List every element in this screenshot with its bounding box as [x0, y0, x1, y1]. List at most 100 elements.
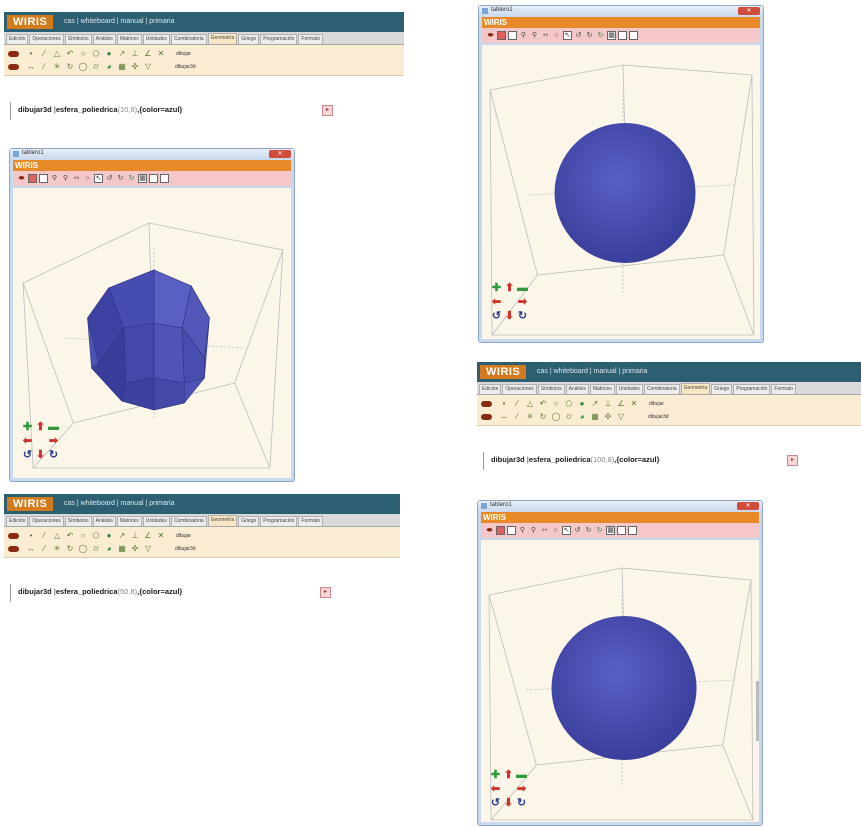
cylinder-icon[interactable]: ⌭: [563, 412, 575, 422]
move-down-arrow-icon[interactable]: ⬇: [502, 796, 515, 810]
select-icon[interactable]: [497, 31, 506, 40]
hand-icon[interactable]: ○: [551, 526, 560, 535]
ellipse-icon[interactable]: ◯: [77, 544, 89, 554]
hand-icon[interactable]: ○: [552, 31, 561, 40]
cylinder-icon[interactable]: ⌭: [90, 62, 102, 72]
3d-canvas[interactable]: ✚ ⬆ ▬ ⬅ ➡ ↺ ⬇ ↻: [482, 45, 760, 339]
tab-programacion[interactable]: Programación: [260, 34, 298, 44]
axes-toggle-icon[interactable]: [618, 31, 627, 40]
zoom-out-minus-icon[interactable]: ▬: [516, 281, 529, 295]
zoom-out-minus-icon[interactable]: ▬: [47, 420, 60, 434]
star-icon[interactable]: ✳: [51, 544, 63, 554]
polygon-icon[interactable]: ⬠: [90, 531, 102, 541]
zoom-in-icon[interactable]: ⚲: [50, 174, 59, 183]
tab-matrices[interactable]: Matrices: [589, 384, 615, 394]
move-right-arrow-icon[interactable]: ➡: [515, 782, 528, 796]
axes-toggle-icon[interactable]: [149, 174, 158, 183]
tab-geometria[interactable]: Geometría: [207, 33, 238, 44]
perpendicular-icon[interactable]: ⊥: [129, 49, 141, 59]
draw-pill-icon[interactable]: [8, 533, 19, 539]
box-toggle-icon[interactable]: [628, 526, 637, 535]
window-icon[interactable]: [508, 31, 517, 40]
ellipse-icon[interactable]: ◯: [77, 62, 89, 72]
window-titlebar[interactable]: tablero1 ✕: [478, 501, 762, 512]
cross-icon[interactable]: ✕: [155, 531, 167, 541]
rotate-right-icon[interactable]: ↻: [515, 796, 528, 810]
tab-unidades[interactable]: Unidades: [142, 34, 170, 44]
star-icon[interactable]: ✳: [51, 62, 63, 72]
move-up-arrow-icon[interactable]: ⬆: [503, 281, 516, 295]
rotate-right-icon[interactable]: ↻: [47, 448, 60, 462]
editor-menu-links[interactable]: cas | whiteboard | manual | primaria: [64, 15, 175, 29]
grid-icon[interactable]: ▦: [607, 31, 616, 40]
line-icon[interactable]: ⁄: [38, 531, 50, 541]
segment-icon[interactable]: ↔: [498, 412, 510, 422]
refresh-icon[interactable]: ↻: [595, 526, 604, 535]
sphere3d-icon[interactable]: ◕: [576, 412, 588, 422]
move-left-arrow-icon[interactable]: ⬅: [489, 782, 502, 796]
rotate-icon[interactable]: ↻: [537, 412, 549, 422]
run-button[interactable]: ▸: [322, 105, 333, 116]
point-icon[interactable]: •: [498, 399, 510, 409]
tab-analisis[interactable]: Análisis: [92, 516, 116, 526]
draw-pill-icon[interactable]: [481, 401, 492, 407]
tab-simbolos[interactable]: Símbolos: [64, 516, 92, 526]
tab-analisis[interactable]: Análisis: [565, 384, 589, 394]
tab-edicion[interactable]: Edición: [479, 384, 502, 394]
editor-menu-links[interactable]: cas | whiteboard | manual | primaria: [64, 497, 175, 511]
pill-icon[interactable]: ⬬: [485, 526, 494, 535]
draw3d-pill-icon[interactable]: [481, 414, 492, 420]
move-left-arrow-icon[interactable]: ⬅: [21, 434, 34, 448]
move-up-arrow-icon[interactable]: ⬆: [34, 420, 47, 434]
circle-icon[interactable]: ○: [550, 399, 562, 409]
window-titlebar[interactable]: tablero1 ✕: [479, 6, 763, 17]
rotate-right-icon[interactable]: ↻: [116, 174, 125, 183]
tab-combinatoria[interactable]: Combinatoria: [170, 516, 207, 526]
angle-icon[interactable]: ∠: [142, 531, 154, 541]
tab-matrices[interactable]: Matrices: [116, 516, 142, 526]
rotate-left-icon[interactable]: ↺: [489, 796, 502, 810]
tab-formato[interactable]: Formato: [771, 384, 797, 394]
vector-icon[interactable]: ↗: [116, 531, 128, 541]
tab-formato[interactable]: Formato: [298, 516, 324, 526]
axes-icon[interactable]: ✣: [129, 62, 141, 72]
rotate-right-icon[interactable]: ↻: [584, 526, 593, 535]
zoom-in-icon[interactable]: ⚲: [518, 526, 527, 535]
draw-pill-icon[interactable]: [8, 51, 19, 57]
close-button[interactable]: ✕: [269, 150, 291, 158]
tab-programacion[interactable]: Programación: [733, 384, 771, 394]
tab-matrices[interactable]: Matrices: [116, 34, 142, 44]
tab-combinatoria[interactable]: Combinatoria: [170, 34, 207, 44]
tab-operaciones[interactable]: Operaciones: [502, 384, 537, 394]
tab-griego[interactable]: Griego: [238, 34, 260, 44]
sphere-icon[interactable]: ●: [103, 49, 115, 59]
select-icon[interactable]: [28, 174, 37, 183]
triangle-icon[interactable]: △: [524, 399, 536, 409]
star-icon[interactable]: ✳: [524, 412, 536, 422]
line-icon[interactable]: ⁄: [38, 49, 50, 59]
rotate-left-icon[interactable]: ↺: [574, 31, 583, 40]
sphere3d-icon[interactable]: ◕: [103, 544, 115, 554]
ellipse-icon[interactable]: ◯: [550, 412, 562, 422]
tab-formato[interactable]: Formato: [298, 34, 324, 44]
select-icon[interactable]: [496, 526, 505, 535]
sphere-icon[interactable]: ●: [103, 531, 115, 541]
window-icon[interactable]: [39, 174, 48, 183]
tab-operaciones[interactable]: Operaciones: [29, 34, 64, 44]
fit-icon[interactable]: ⇿: [541, 31, 550, 40]
run-button[interactable]: ▸: [320, 587, 331, 598]
window-titlebar[interactable]: tablero1 ✕: [10, 149, 294, 160]
zoom-in-plus-icon[interactable]: ✚: [21, 420, 34, 434]
fit-icon[interactable]: ⇿: [72, 174, 81, 183]
pointer-icon[interactable]: ↖: [563, 31, 572, 40]
window-icon[interactable]: [507, 526, 516, 535]
cross-icon[interactable]: ✕: [628, 399, 640, 409]
tab-unidades[interactable]: Unidades: [142, 516, 170, 526]
point-icon[interactable]: •: [25, 49, 37, 59]
tab-operaciones[interactable]: Operaciones: [29, 516, 64, 526]
move-left-arrow-icon[interactable]: ⬅: [490, 295, 503, 309]
rotate-left-icon[interactable]: ↺: [21, 448, 34, 462]
cylinder-icon[interactable]: ⌭: [90, 544, 102, 554]
refresh-icon[interactable]: ↻: [127, 174, 136, 183]
zoom-in-plus-icon[interactable]: ✚: [490, 281, 503, 295]
